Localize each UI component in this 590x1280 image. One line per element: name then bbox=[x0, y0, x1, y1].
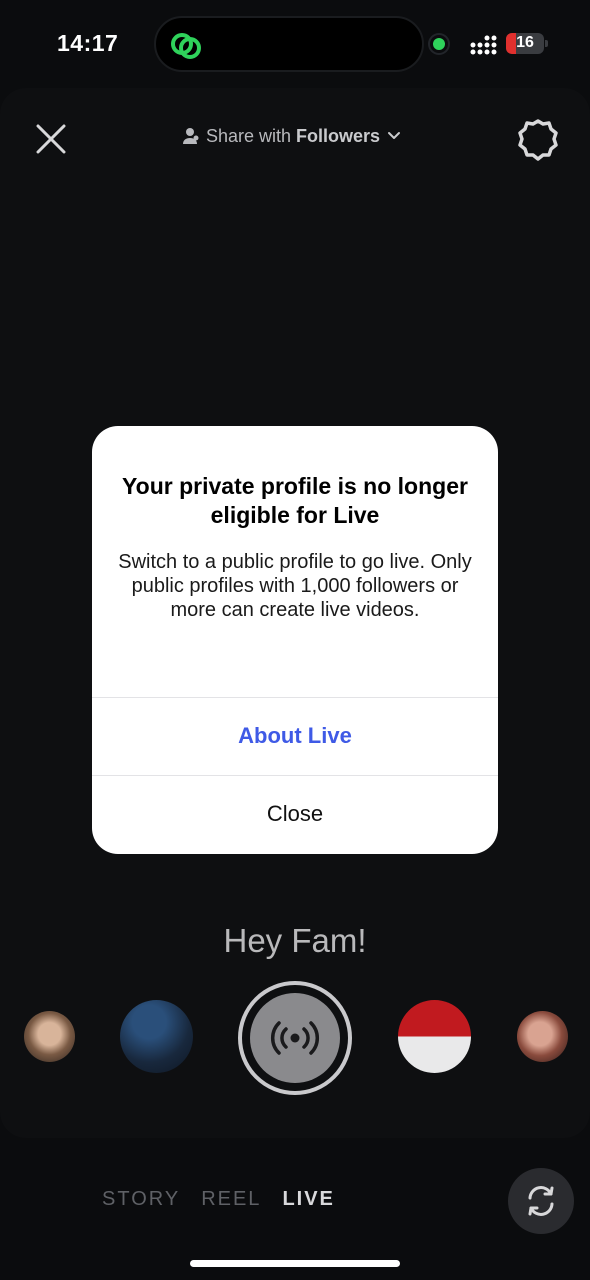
flip-camera-icon bbox=[528, 1186, 554, 1216]
effect-thumbnail[interactable] bbox=[517, 1011, 568, 1062]
effect-thumbnail[interactable] bbox=[24, 1011, 75, 1062]
status-bar: 14:17 16 bbox=[0, 0, 590, 90]
mode-tab-story[interactable]: STORY bbox=[102, 1188, 180, 1211]
flip-camera-button[interactable] bbox=[508, 1168, 574, 1234]
share-prefix: Share with bbox=[206, 125, 292, 146]
share-audience: Followers bbox=[296, 125, 381, 146]
share-audience-selector[interactable]: Share with Followers bbox=[182, 122, 402, 150]
person-icon bbox=[183, 128, 199, 144]
close-dialog-button[interactable]: Close bbox=[92, 776, 498, 852]
live-broadcast-icon bbox=[271, 1021, 319, 1055]
about-live-button[interactable]: About Live bbox=[92, 698, 498, 774]
home-indicator[interactable] bbox=[190, 1260, 400, 1267]
go-live-button[interactable] bbox=[238, 981, 352, 1095]
signal-icon bbox=[470, 35, 497, 55]
link-icon bbox=[171, 33, 201, 59]
mode-tab-reel[interactable]: REEL bbox=[201, 1188, 261, 1211]
battery-indicator: 16 bbox=[506, 33, 544, 54]
battery-level: 16 bbox=[516, 34, 534, 51]
status-time: 14:17 bbox=[57, 30, 119, 56]
ineligible-live-dialog: Your private profile is no longer eligib… bbox=[92, 426, 498, 854]
gear-icon[interactable] bbox=[516, 118, 560, 162]
dynamic-island[interactable] bbox=[154, 16, 424, 72]
effects-carousel bbox=[0, 978, 590, 1098]
dialog-title: Your private profile is no longer eligib… bbox=[122, 473, 468, 528]
chevron-down-icon bbox=[388, 132, 401, 139]
dialog-message: Switch to a public profile to go live. O… bbox=[118, 551, 472, 621]
battery-tip bbox=[545, 40, 548, 47]
live-title-prompt[interactable]: Hey Fam! bbox=[0, 922, 590, 960]
close-icon[interactable] bbox=[32, 120, 70, 158]
effect-thumbnail[interactable] bbox=[398, 1000, 471, 1073]
camera-in-use-indicator bbox=[433, 38, 445, 50]
effect-thumbnail[interactable] bbox=[120, 1000, 193, 1073]
mode-tab-live[interactable]: LIVE bbox=[282, 1188, 334, 1211]
mode-tabs: STORY REEL LIVE bbox=[102, 1188, 356, 1211]
